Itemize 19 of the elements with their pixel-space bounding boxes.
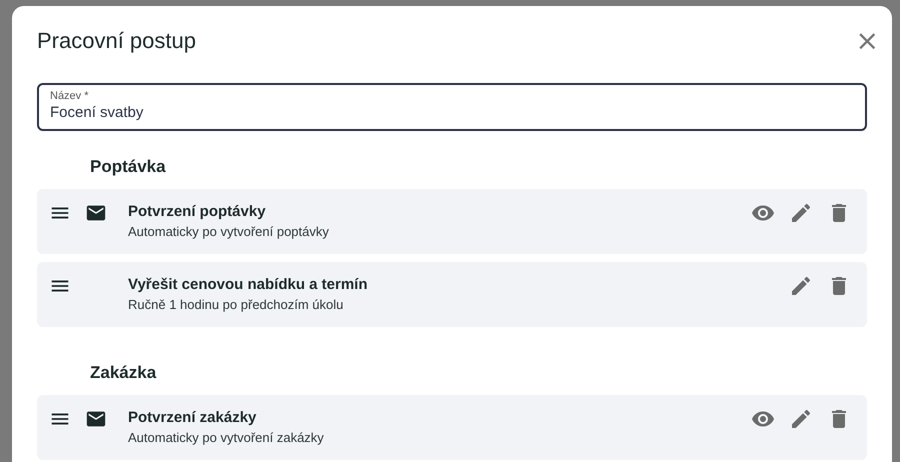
task-card[interactable]: Vyřešit cenovou nabídku a termín Ručně 1 hodinu po předchozím úkolu [37, 262, 867, 327]
dialog-title: Pracovní postup [37, 27, 196, 55]
name-field[interactable]: Název * Focení svatby [37, 83, 867, 131]
field-label: Název * [50, 89, 90, 103]
task-card[interactable]: Potvrzení poptávky Automaticky po vytvoření poptávky [37, 189, 867, 254]
task-title: Potvrzení zakázky [128, 408, 258, 428]
section-heading: Zakázka [89, 362, 158, 384]
task-trigger: Ručně 1 hodinu po předchozím úkolu [128, 296, 344, 314]
edit-button[interactable] [789, 407, 813, 431]
edit-button[interactable] [789, 274, 813, 298]
task-trigger: Automaticky po vytvoření poptávky [128, 223, 330, 241]
name-input[interactable]: Focení svatby [50, 103, 854, 123]
section-heading: Poptávka [89, 156, 167, 178]
edit-button[interactable] [789, 201, 813, 225]
task-title: Vyřešit cenovou nabídku a termín [128, 275, 369, 295]
task-trigger: Automaticky po vytvoření zakázky [128, 429, 325, 447]
task-title: Potvrzení poptávky [128, 202, 267, 222]
close-button[interactable]: × [856, 27, 879, 55]
task-card[interactable]: Potvrzení zakázky Automaticky po vytvoření zakázky [37, 395, 867, 460]
